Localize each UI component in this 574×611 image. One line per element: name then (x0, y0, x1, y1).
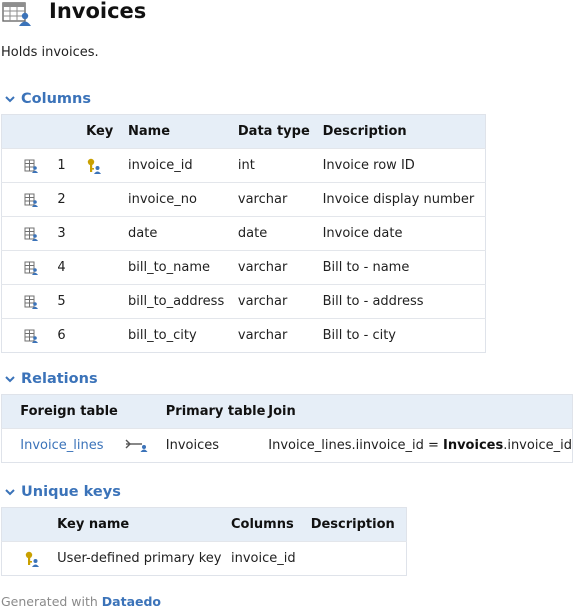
column-icon (24, 329, 38, 343)
column-row: 5 bill_to_address varchar Bill to - address (1, 284, 486, 319)
unique-key-row: User-defined primary key invoice_id (1, 541, 407, 576)
column-description: Bill to - city (322, 318, 486, 353)
primary-key-icon (87, 158, 102, 174)
column-data-type: date (237, 216, 323, 251)
section-unique-keys-toggle[interactable]: Unique keys (4, 482, 121, 502)
col-header-name: Name (128, 124, 171, 139)
section-columns-heading: Columns (21, 91, 91, 107)
column-description: Invoice date (322, 216, 486, 251)
section-columns-toggle[interactable]: Columns (4, 89, 91, 109)
unique-keys-table: Key name Columns Description User-define… (1, 507, 407, 576)
section-unique-keys-heading: Unique keys (21, 484, 121, 500)
join-table-bold: Invoices (442, 438, 504, 453)
section-relations-toggle[interactable]: Relations (4, 369, 98, 389)
unique-key-columns: invoice_id (230, 541, 311, 576)
rel-header-join: Join (268, 404, 296, 419)
column-name: bill_to_address (128, 284, 238, 319)
column-row: 4 bill_to_name varchar Bill to - name (1, 250, 486, 285)
column-data-type: varchar (237, 250, 323, 285)
column-description: Invoice row ID (322, 148, 486, 183)
column-number: 1 (57, 148, 87, 183)
unique-keys-header-row: Key name Columns Description (1, 507, 407, 542)
col-header-description: Description (322, 124, 407, 139)
column-row: 6 bill_to_city varchar Bill to - city (1, 318, 486, 353)
chevron-down-icon (5, 376, 15, 383)
column-data-type: varchar (237, 182, 323, 217)
unique-key-name: User-defined primary key (57, 541, 231, 576)
column-name: bill_to_city (128, 318, 238, 353)
column-number: 2 (57, 182, 87, 217)
columns-header-row: Key Name Data type Description (1, 114, 486, 149)
column-description: Invoice display number (322, 182, 486, 217)
column-row: 3 date date Invoice date (1, 216, 486, 251)
relation-arrow-icon (125, 439, 148, 452)
footer: Generated with Dataedo (1, 593, 161, 611)
column-row: 1 invoice_id int Invoice row ID (1, 148, 486, 183)
column-icon (24, 261, 38, 275)
page-description: Holds invoices. (1, 45, 99, 60)
relations-header-row: Foreign table Primary table Join (1, 394, 573, 429)
col-header-key: Key (86, 124, 114, 139)
column-data-type: varchar (237, 284, 323, 319)
column-row: 2 invoice_no varchar Invoice display number (1, 182, 486, 217)
join-expression: Invoice_lines.iinvoice_id = Invoices.inv… (268, 428, 573, 463)
rel-header-primary-table: Primary table (165, 404, 266, 419)
relations-table: Foreign table Primary table Join Invoice… (1, 394, 573, 463)
column-number: 4 (57, 250, 87, 285)
column-name: invoice_no (128, 182, 238, 217)
column-description: Bill to - address (322, 284, 486, 319)
page-title: Invoices (49, 0, 147, 23)
unique-key-description (310, 541, 407, 576)
column-name: invoice_id (128, 148, 238, 183)
primary-table-name: Invoices (165, 428, 269, 463)
column-name: bill_to_name (128, 250, 238, 285)
join-prefix: Invoice_lines.iinvoice_id = (268, 438, 443, 453)
column-icon (24, 193, 38, 207)
column-number: 5 (57, 284, 87, 319)
column-data-type: varchar (237, 318, 323, 353)
section-relations-heading: Relations (21, 371, 98, 387)
column-icon (24, 295, 38, 309)
column-number: 3 (57, 216, 87, 251)
join-suffix: .invoice_id (503, 438, 572, 453)
foreign-table-link[interactable]: Invoice_lines (20, 438, 103, 453)
table-user-icon (2, 2, 31, 26)
chevron-down-icon (5, 96, 15, 103)
uk-header-description: Description (310, 517, 395, 532)
column-description: Bill to - name (322, 250, 486, 285)
primary-key-icon (25, 551, 39, 567)
uk-header-columns: Columns (230, 517, 294, 532)
column-data-type: int (237, 148, 323, 183)
column-icon (24, 159, 38, 173)
column-icon (24, 227, 38, 241)
column-name: date (128, 216, 238, 251)
chevron-down-icon (5, 489, 15, 496)
columns-table: Key Name Data type Description 1 invoice_… (1, 114, 486, 353)
uk-header-key-name: Key name (57, 517, 130, 532)
col-header-data-type: Data type (237, 124, 310, 139)
relation-row: Invoice_lines Invoices Invoice_lines.iin… (1, 428, 573, 463)
column-number: 6 (57, 318, 87, 353)
rel-header-foreign-table: Foreign table (20, 404, 118, 419)
